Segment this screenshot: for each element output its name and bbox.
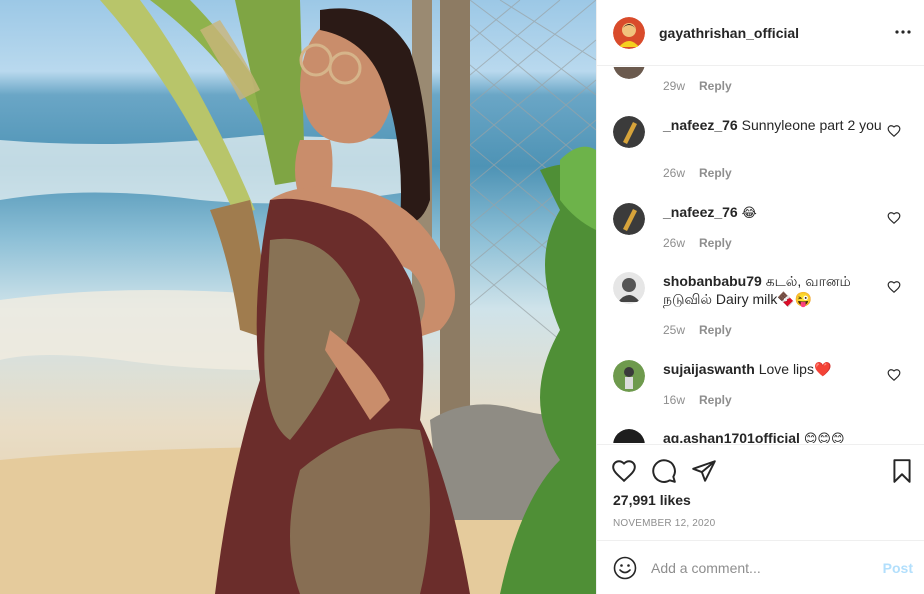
comment-time: 26w [663,166,686,180]
heart-icon[interactable] [611,458,637,484]
comment-text: _nafeez_76 😂 [663,203,883,223]
comment-time: 26w [663,236,686,250]
post-detail-panel: gayathrishan_official 29w Reply _nafeez_… [596,0,924,594]
comments-list[interactable]: 29w Reply _nafeez_76 Sunnyleone part 2 y… [597,67,924,443]
beach-scene-image [0,0,596,594]
comment-text: _nafeez_76 Sunnyleone part 2 you [663,116,883,134]
comment-username[interactable]: _nafeez_76 [663,204,738,220]
comment-meta: 25w Reply [663,323,732,337]
add-comment-bar: Post [597,540,924,594]
post-username[interactable]: gayathrishan_official [659,25,799,41]
commenter-avatar[interactable] [613,360,645,392]
comment-meta: 26w Reply [663,236,732,250]
commenter-avatar[interactable] [613,203,645,235]
comment-input[interactable] [651,555,871,581]
comment-content: Love lips❤️ [758,361,832,377]
comment-content: 😂 [741,206,757,221]
post-header: gayathrishan_official [597,0,924,66]
likes-count[interactable]: 27,991 likes [613,492,691,508]
comment-text: sujaijaswanth Love lips❤️ [663,360,883,378]
comment-like-icon[interactable] [887,368,901,382]
comment-like-icon[interactable] [887,124,901,138]
comment-username[interactable]: ag.ashan1701official [663,430,800,443]
reply-button[interactable]: Reply [699,166,732,180]
post-actions: 27,991 likes NOVEMBER 12, 2020 [597,444,924,540]
comment-username[interactable]: sujaijaswanth [663,361,755,377]
comment-content: 😊😊😊 [803,432,845,443]
comment-content: Sunnyleone part 2 you [741,117,882,133]
commenter-avatar[interactable] [613,67,645,79]
comment-username[interactable]: shobanbabu79 [663,273,762,289]
more-options-icon[interactable] [893,22,913,42]
reply-button[interactable]: Reply [699,236,732,250]
share-icon[interactable] [691,458,717,484]
reply-button[interactable]: Reply [699,323,732,337]
commenter-avatar[interactable] [613,272,645,304]
comment-text: ag.ashan1701official 😊😊😊 [663,429,883,443]
comment-time: 25w [663,323,686,337]
comment-like-icon[interactable] [887,280,901,294]
reply-button[interactable]: Reply [699,393,732,407]
emoji-icon[interactable] [613,556,637,580]
comment-username[interactable]: _nafeez_76 [663,117,738,133]
profile-avatar[interactable] [613,16,645,49]
post-date[interactable]: NOVEMBER 12, 2020 [613,518,715,529]
comment-meta: 16w Reply [663,393,732,407]
commenter-avatar[interactable] [613,116,645,148]
post-photo[interactable] [0,0,596,594]
comment-meta: 29w Reply [663,79,732,93]
comment-meta: 26w Reply [663,166,732,180]
commenter-avatar[interactable] [613,429,645,443]
bookmark-icon[interactable] [889,458,915,484]
post-comment-button[interactable]: Post [883,560,913,576]
comment-like-icon[interactable] [887,211,901,225]
comment-icon[interactable] [651,458,677,484]
comment-time: 29w [663,79,686,93]
comment-text: shobanbabu79 கடல், வானம் நடுவில் Dairy m… [663,272,883,308]
reply-button[interactable]: Reply [699,79,732,93]
comment-time: 16w [663,393,686,407]
